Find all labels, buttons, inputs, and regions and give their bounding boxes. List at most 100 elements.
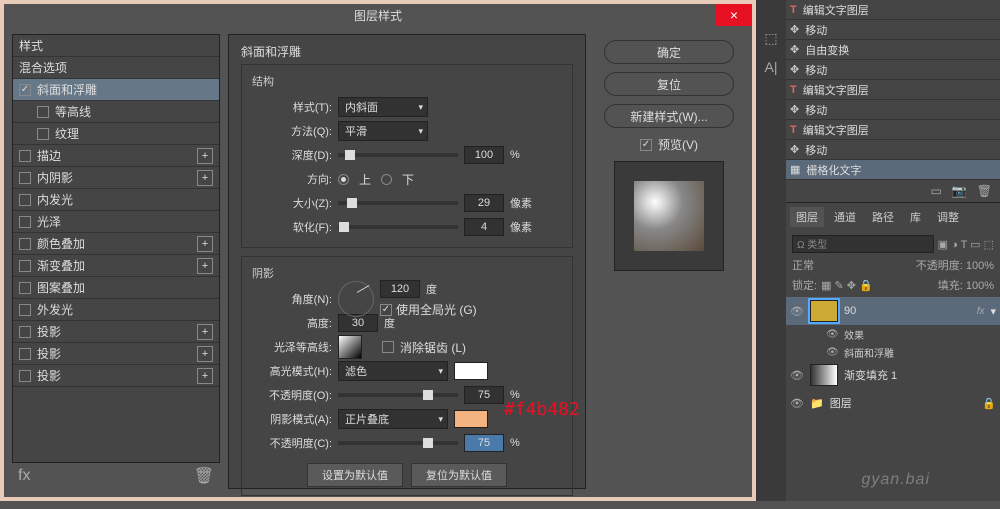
- layer-gradient-fill[interactable]: 👁渐变填充 1: [786, 361, 1000, 389]
- reset-default-button[interactable]: 复位为默认值: [411, 463, 507, 487]
- highlight-color-swatch[interactable]: [454, 362, 488, 380]
- drop-shadow-item-2[interactable]: 投影+: [13, 343, 219, 365]
- inner-glow-checkbox[interactable]: [19, 194, 31, 206]
- color-overlay-checkbox[interactable]: [19, 238, 31, 250]
- antialias-checkbox[interactable]: [382, 341, 394, 353]
- history-row[interactable]: ✥自由变换: [786, 40, 1000, 60]
- stroke-item[interactable]: 描边+: [13, 145, 219, 167]
- color-overlay-item[interactable]: 颜色叠加+: [13, 233, 219, 255]
- blend-mode-dropdown[interactable]: 正常: [792, 257, 814, 273]
- add-icon[interactable]: +: [197, 346, 213, 362]
- camera-icon[interactable]: 📷: [952, 184, 967, 198]
- visibility-icon[interactable]: 👁: [790, 397, 804, 410]
- pattern-overlay-item[interactable]: 图案叠加: [13, 277, 219, 299]
- trash-icon[interactable]: 🗑: [977, 184, 992, 198]
- history-row[interactable]: T编辑文字图层: [786, 80, 1000, 100]
- fill-label[interactable]: 填充: 100%: [938, 277, 994, 293]
- satin-checkbox[interactable]: [19, 216, 31, 228]
- contour-item[interactable]: 等高线: [13, 101, 219, 123]
- visibility-icon[interactable]: 👁: [790, 369, 804, 382]
- size-input[interactable]: [464, 194, 504, 212]
- inner-shadow-checkbox[interactable]: [19, 172, 31, 184]
- visibility-icon[interactable]: 👁: [790, 305, 804, 318]
- highlight-opacity-input[interactable]: [464, 386, 504, 404]
- inner-glow-item[interactable]: 内发光: [13, 189, 219, 211]
- char-panel-icon[interactable]: A|: [765, 59, 778, 75]
- add-icon[interactable]: +: [197, 368, 213, 384]
- layer-group[interactable]: 👁📁图层🔒: [786, 389, 1000, 417]
- gradient-overlay-checkbox[interactable]: [19, 260, 31, 272]
- history-row[interactable]: T编辑文字图层: [786, 120, 1000, 140]
- highlight-opacity-slider[interactable]: [338, 393, 458, 397]
- add-icon[interactable]: +: [197, 258, 213, 274]
- outer-glow-item[interactable]: 外发光: [13, 299, 219, 321]
- trash-icon[interactable]: 🗑: [194, 466, 214, 486]
- bevel-checkbox[interactable]: [19, 84, 31, 96]
- drop-shadow-checkbox[interactable]: [19, 326, 31, 338]
- tab-adjust[interactable]: 调整: [931, 207, 965, 227]
- blend-options-item[interactable]: 混合选项: [13, 57, 219, 79]
- soften-slider[interactable]: [338, 225, 458, 229]
- history-row[interactable]: ✥移动: [786, 140, 1000, 160]
- bevel-item[interactable]: 斜面和浮雕: [13, 79, 219, 101]
- shadow-color-swatch[interactable]: [454, 410, 488, 428]
- add-icon[interactable]: +: [197, 236, 213, 252]
- depth-input[interactable]: [464, 146, 504, 164]
- angle-picker[interactable]: [338, 281, 374, 317]
- history-row[interactable]: ✥移动: [786, 60, 1000, 80]
- pattern-overlay-checkbox[interactable]: [19, 282, 31, 294]
- size-slider[interactable]: [338, 201, 458, 205]
- gradient-overlay-item[interactable]: 渐变叠加+: [13, 255, 219, 277]
- drop-shadow-item-3[interactable]: 投影+: [13, 365, 219, 387]
- tab-channels[interactable]: 通道: [828, 207, 862, 227]
- 3d-icon[interactable]: ⬚: [764, 30, 777, 47]
- shadow-opacity-input[interactable]: [464, 434, 504, 452]
- direction-up-radio[interactable]: [338, 174, 349, 185]
- stroke-checkbox[interactable]: [19, 150, 31, 162]
- tab-paths[interactable]: 路径: [866, 207, 900, 227]
- cancel-button[interactable]: 复位: [604, 72, 734, 96]
- technique-dropdown[interactable]: 平滑: [338, 121, 428, 141]
- tab-layers[interactable]: 图层: [790, 207, 824, 227]
- close-button[interactable]: ×: [716, 4, 752, 26]
- tab-library[interactable]: 库: [904, 207, 927, 227]
- style-dropdown[interactable]: 内斜面: [338, 97, 428, 117]
- add-icon[interactable]: +: [197, 170, 213, 186]
- history-row[interactable]: ✥移动: [786, 20, 1000, 40]
- add-icon[interactable]: +: [197, 148, 213, 164]
- fx-label[interactable]: fx: [18, 467, 30, 485]
- fx-badge[interactable]: fx: [977, 306, 985, 317]
- layer-filter[interactable]: Ω 类型: [792, 235, 934, 253]
- history-row[interactable]: ✥移动: [786, 100, 1000, 120]
- effects-label[interactable]: 👁效果: [786, 325, 1000, 343]
- lock-icons[interactable]: ▦ ✎ ✥ 🔒: [821, 279, 873, 292]
- texture-checkbox[interactable]: [37, 128, 49, 140]
- outer-glow-checkbox[interactable]: [19, 304, 31, 316]
- gloss-contour-swatch[interactable]: [338, 335, 362, 359]
- effect-bevel[interactable]: 👁斜面和浮雕: [786, 343, 1000, 361]
- highlight-mode-dropdown[interactable]: 滤色: [338, 361, 448, 381]
- history-row[interactable]: T编辑文字图层: [786, 0, 1000, 20]
- drop-shadow-checkbox-3[interactable]: [19, 370, 31, 382]
- preview-checkbox[interactable]: [640, 139, 652, 151]
- layer-thumb[interactable]: [810, 300, 838, 322]
- history-row-selected[interactable]: ▦栅格化文字: [786, 160, 1000, 180]
- texture-item[interactable]: 纹理: [13, 123, 219, 145]
- angle-input[interactable]: [380, 280, 420, 298]
- filter-icons[interactable]: ▣ ◑ T ▭ ⬚: [938, 238, 994, 251]
- make-default-button[interactable]: 设置为默认值: [307, 463, 403, 487]
- new-doc-icon[interactable]: ▭: [930, 184, 941, 198]
- layer-90[interactable]: 👁90fx▾: [786, 297, 1000, 325]
- contour-checkbox[interactable]: [37, 106, 49, 118]
- satin-item[interactable]: 光泽: [13, 211, 219, 233]
- direction-down-radio[interactable]: [381, 174, 392, 185]
- depth-slider[interactable]: [338, 153, 458, 157]
- drop-shadow-item[interactable]: 投影+: [13, 321, 219, 343]
- inner-shadow-item[interactable]: 内阴影+: [13, 167, 219, 189]
- shadow-opacity-slider[interactable]: [338, 441, 458, 445]
- chevron-down-icon[interactable]: ▾: [990, 305, 996, 318]
- drop-shadow-checkbox-2[interactable]: [19, 348, 31, 360]
- new-style-button[interactable]: 新建样式(W)...: [604, 104, 734, 128]
- layer-thumb[interactable]: [810, 364, 838, 386]
- opacity-label[interactable]: 不透明度: 100%: [916, 257, 994, 273]
